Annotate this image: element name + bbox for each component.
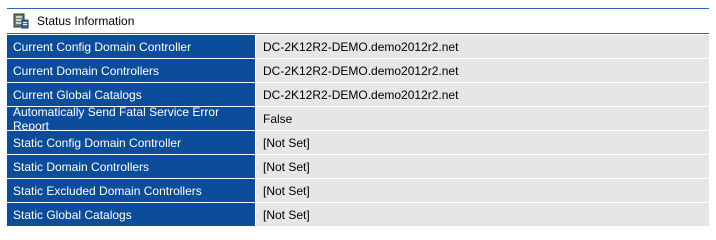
- section-header: Status Information: [7, 8, 709, 34]
- row-value: [Not Set]: [256, 155, 709, 178]
- row-value: DC-2K12R2-DEMO.demo2012r2.net: [256, 35, 709, 58]
- row-label: Current Config Domain Controller: [7, 35, 256, 58]
- row-value: [Not Set]: [256, 179, 709, 202]
- table-row: Static Excluded Domain Controllers [Not …: [7, 179, 709, 203]
- row-value: [Not Set]: [256, 203, 709, 226]
- server-status-icon: [13, 13, 29, 29]
- row-label: Static Global Catalogs: [7, 203, 256, 226]
- section-title: Status Information: [37, 14, 135, 28]
- row-label: Current Domain Controllers: [7, 59, 256, 82]
- row-label: Static Excluded Domain Controllers: [7, 179, 256, 202]
- row-label: Static Domain Controllers: [7, 155, 256, 178]
- table-row: Current Config Domain Controller DC-2K12…: [7, 35, 709, 59]
- table-row: Automatically Send Fatal Service Error R…: [7, 105, 709, 133]
- row-value: DC-2K12R2-DEMO.demo2012r2.net: [256, 83, 709, 106]
- status-table: Current Config Domain Controller DC-2K12…: [7, 35, 709, 227]
- table-row: Static Global Catalogs [Not Set]: [7, 203, 709, 227]
- row-value: [Not Set]: [256, 131, 709, 154]
- table-row: Static Domain Controllers [Not Set]: [7, 155, 709, 179]
- table-row: Static Config Domain Controller [Not Set…: [7, 131, 709, 155]
- row-label: Automatically Send Fatal Service Error R…: [7, 105, 256, 133]
- table-row: Current Global Catalogs DC-2K12R2-DEMO.d…: [7, 83, 709, 107]
- row-label: Static Config Domain Controller: [7, 131, 256, 154]
- row-value: DC-2K12R2-DEMO.demo2012r2.net: [256, 59, 709, 82]
- row-value: False: [256, 107, 709, 130]
- row-label: Current Global Catalogs: [7, 83, 256, 106]
- status-information-panel: Status Information Current Config Domain…: [7, 8, 709, 227]
- table-row: Current Domain Controllers DC-2K12R2-DEM…: [7, 59, 709, 83]
